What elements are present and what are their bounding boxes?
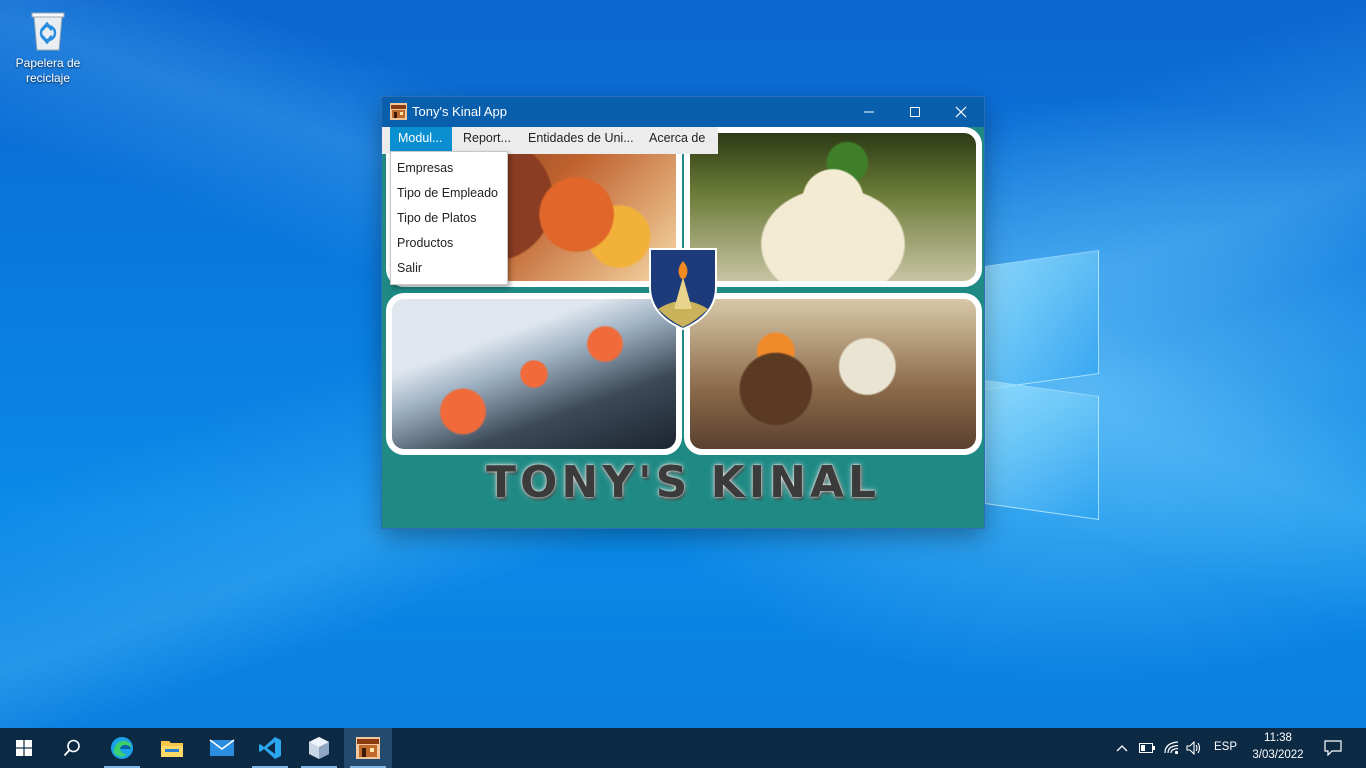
chevron-up-icon: [1116, 745, 1128, 752]
taskbar-file-explorer[interactable]: [148, 728, 196, 768]
minimize-icon: [864, 111, 874, 113]
desktop-icon-label: Papelera de reciclaje: [15, 56, 81, 85]
desktop-icon-recycle-bin[interactable]: Papelera de reciclaje: [10, 6, 86, 86]
tray-language[interactable]: ESP: [1214, 741, 1237, 753]
taskbar-edge[interactable]: [98, 728, 146, 768]
dropdown-item-productos[interactable]: Productos: [397, 236, 453, 250]
photo-salmon-spoons: [386, 293, 682, 455]
modulos-dropdown-menu: Empresas Tipo de Empleado Tipo de Platos…: [390, 151, 508, 285]
mail-icon: [209, 739, 235, 756]
start-icon: [16, 740, 32, 756]
tray-network[interactable]: [1160, 728, 1184, 768]
tray-volume[interactable]: [1182, 728, 1206, 768]
notification-icon: [1324, 740, 1342, 756]
restaurant-app-icon: [390, 103, 407, 120]
photo-white-fish: [684, 127, 982, 287]
taskbar-mail[interactable]: [198, 728, 246, 768]
window-title: Tony's Kinal App: [412, 104, 507, 119]
dropdown-item-tipo-de-empleado[interactable]: Tipo de Empleado: [397, 186, 498, 200]
search-icon: [63, 739, 80, 757]
minimize-button[interactable]: [846, 97, 892, 127]
menu-bar: Modul... Report... Entidades de Uni... A…: [382, 127, 718, 154]
cube-app-icon: [309, 737, 329, 759]
edge-icon: [111, 737, 133, 759]
dropdown-item-salir[interactable]: Salir: [397, 261, 422, 275]
close-button[interactable]: [938, 97, 984, 127]
vscode-icon: [259, 737, 281, 759]
taskbar-tonys-kinal-app[interactable]: [344, 728, 392, 768]
file-explorer-icon: [161, 741, 183, 757]
menu-modulos[interactable]: Modul...: [390, 127, 452, 154]
taskbar: ESP 11:38 3/03/2022: [0, 728, 1366, 768]
tray-show-hidden[interactable]: [1110, 728, 1134, 768]
dropdown-item-empresas[interactable]: Empresas: [397, 161, 453, 175]
tonys-kinal-app-icon: [356, 737, 380, 759]
windows-logo-wallpaper: [985, 249, 1099, 521]
brand-logo-text: TONY'S KINAL: [486, 457, 880, 508]
torch-crest-logo: [648, 247, 718, 331]
close-icon: [955, 106, 967, 118]
menu-entidades[interactable]: Entidades de Uni...: [520, 127, 640, 154]
wifi-icon: [1164, 741, 1179, 755]
maximize-button[interactable]: [892, 97, 938, 127]
start-button[interactable]: [0, 728, 48, 768]
recycle-bin-icon: [28, 8, 68, 52]
search-button[interactable]: [48, 728, 96, 768]
tray-date[interactable]: 3/03/2022: [1250, 749, 1306, 761]
maximize-icon: [910, 107, 920, 117]
menu-acerca-de[interactable]: Acerca de: [641, 127, 717, 154]
tray-battery[interactable]: [1135, 728, 1159, 768]
dropdown-item-tipo-de-platos[interactable]: Tipo de Platos: [397, 211, 476, 225]
taskbar-cube-app[interactable]: [295, 728, 343, 768]
tray-time[interactable]: 11:38: [1264, 732, 1292, 744]
speaker-icon: [1186, 741, 1201, 755]
notifications-button[interactable]: [1318, 728, 1348, 768]
app-window[interactable]: Tony's Kinal App TONY'S KINAL Modul... R…: [382, 97, 984, 528]
title-bar[interactable]: Tony's Kinal App: [382, 97, 984, 127]
battery-icon: [1139, 743, 1155, 753]
photo-canapes: [684, 293, 982, 455]
taskbar-vscode[interactable]: [246, 728, 294, 768]
menu-reportes[interactable]: Report...: [455, 127, 517, 154]
